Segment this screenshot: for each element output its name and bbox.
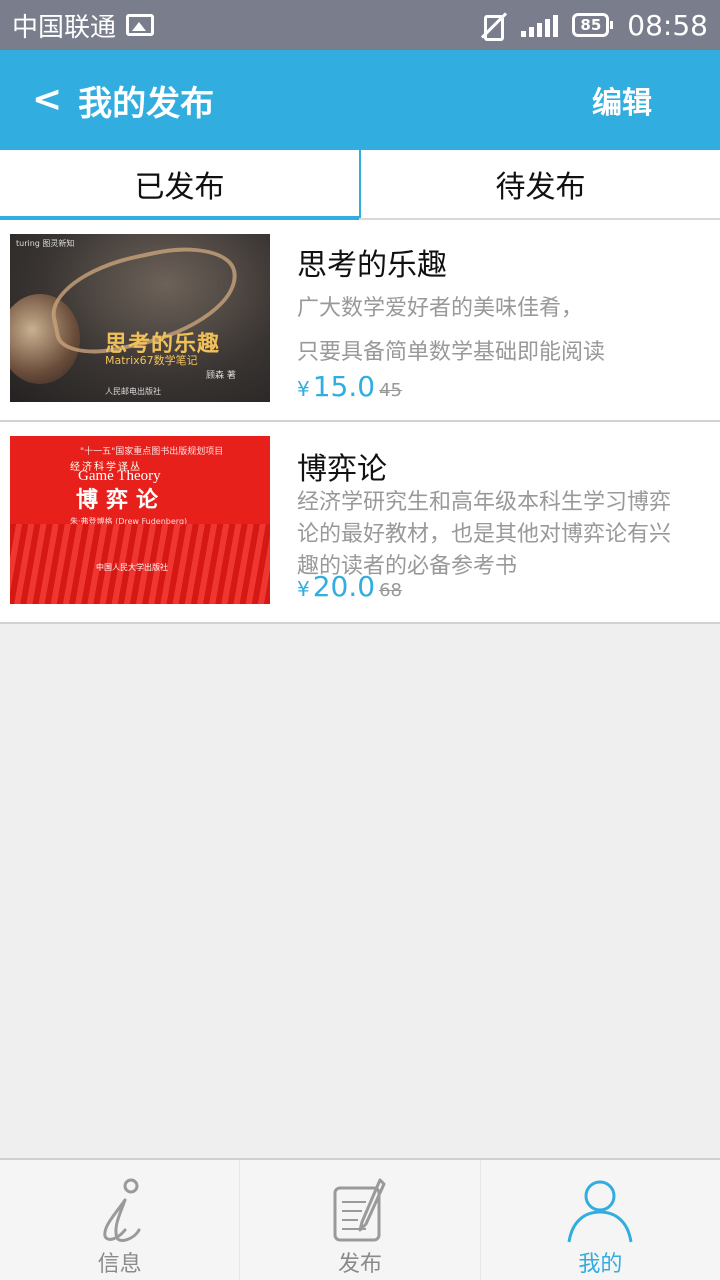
- book-cover-image: turing 图灵新知 思考的乐趣 Matrix67数学笔记 顾森 著 人民邮电…: [10, 234, 270, 402]
- tab-bar: 已发布 待发布: [0, 150, 720, 220]
- nav-label: 我的: [578, 1252, 623, 1277]
- nav-label: 发布: [337, 1252, 382, 1277]
- list-item[interactable]: "十一五"国家重点图书出版规划项目 经济科学译丛 Game Theory 博弈论…: [0, 422, 720, 624]
- item-description: 广大数学爱好者的美味佳肴，: [297, 296, 584, 321]
- nav-info[interactable]: 信息: [0, 1160, 239, 1280]
- original-price: 45: [379, 380, 402, 401]
- item-price: 20.0: [312, 570, 376, 603]
- status-bar: 中国联通 85 08:58: [0, 0, 720, 50]
- clock: 08:58: [627, 8, 708, 42]
- price-row: ¥ 15.0 45: [297, 370, 402, 403]
- publish-icon: [332, 1176, 388, 1244]
- battery-level: 85: [572, 13, 610, 37]
- edit-button[interactable]: 编辑: [592, 78, 652, 122]
- nav-mine[interactable]: 我的: [479, 1160, 720, 1280]
- currency-symbol: ¥: [297, 377, 310, 401]
- tab-published[interactable]: 已发布: [0, 150, 359, 220]
- back-icon[interactable]: <: [32, 82, 62, 118]
- app-bar: < 我的发布 编辑: [0, 50, 720, 150]
- book-cover-image: "十一五"国家重点图书出版规划项目 经济科学译丛 Game Theory 博弈论…: [10, 436, 270, 604]
- image-icon: [126, 14, 155, 36]
- price-row: ¥ 20.0 68: [297, 570, 402, 603]
- carrier-name: 中国联通: [12, 12, 117, 43]
- item-price: 15.0: [312, 370, 376, 403]
- item-title: 思考的乐趣: [297, 248, 447, 283]
- nav-publish[interactable]: 发布: [239, 1160, 479, 1280]
- item-title: 博弈论: [297, 452, 387, 487]
- item-description: 只要具备简单数学基础即能阅读: [297, 340, 606, 365]
- profile-icon: [566, 1176, 634, 1244]
- tab-pending[interactable]: 待发布: [359, 150, 720, 218]
- original-price: 68: [379, 580, 402, 601]
- page-title: 我的发布: [78, 83, 215, 124]
- tab-label: 待发布: [495, 170, 586, 205]
- vibrate-off-icon: [477, 13, 507, 41]
- bottom-nav: 信息 发布 我的: [0, 1158, 720, 1280]
- item-description: 论的最好教材，也是其他对博弈论有兴: [297, 522, 672, 547]
- signal-icon: [521, 13, 559, 37]
- currency-symbol: ¥: [297, 577, 310, 601]
- item-description: 经济学研究生和高年级本科生学习博弈: [297, 490, 672, 515]
- list-item[interactable]: turing 图灵新知 思考的乐趣 Matrix67数学笔记 顾森 著 人民邮电…: [0, 220, 720, 422]
- nav-label: 信息: [97, 1252, 142, 1277]
- listing-list: turing 图灵新知 思考的乐趣 Matrix67数学笔记 顾森 著 人民邮电…: [0, 220, 720, 624]
- info-icon: [95, 1176, 145, 1244]
- tab-label: 已发布: [134, 170, 225, 205]
- battery-icon: 85: [572, 13, 614, 37]
